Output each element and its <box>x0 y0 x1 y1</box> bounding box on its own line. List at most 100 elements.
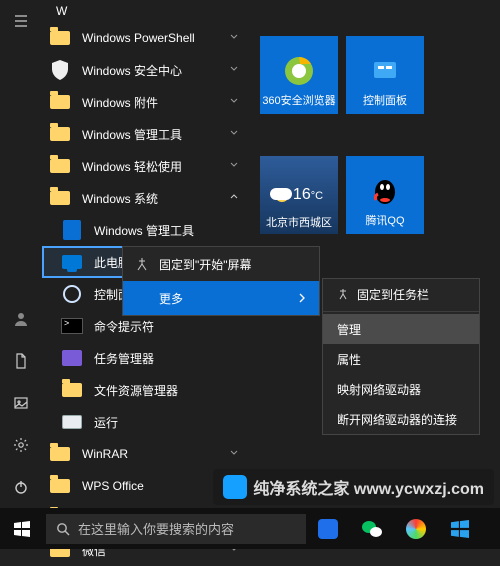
folder-powershell[interactable]: Windows PowerShell <box>42 22 247 54</box>
ctx2-manage[interactable]: 管理 <box>323 314 479 344</box>
chevron-right-icon <box>297 293 307 303</box>
ctx-label: 更多 <box>159 290 183 307</box>
tile-weather[interactable]: 16°C 北京市西城区 <box>260 156 338 234</box>
ctx2-map-drive[interactable]: 映射网络驱动器 <box>323 374 479 404</box>
taskbar-app-3[interactable] <box>394 508 438 549</box>
settings-icon[interactable] <box>0 424 42 466</box>
pin-icon <box>135 257 149 271</box>
admin-tools-icon <box>63 220 81 240</box>
qq-icon <box>368 174 402 208</box>
taskbar-app-4[interactable] <box>438 508 482 549</box>
cpanel-icon <box>368 54 402 88</box>
windows-logo-icon <box>451 520 469 538</box>
taskbar-search[interactable]: 在这里输入你要搜索的内容 <box>46 514 306 544</box>
folder-winrar[interactable]: WinRAR <box>42 438 247 470</box>
watermark-icon <box>223 475 247 499</box>
cmd-icon <box>61 318 83 334</box>
folder-icon <box>62 383 82 397</box>
gear-icon <box>63 285 81 303</box>
power-icon[interactable] <box>0 466 42 508</box>
taskbar-app-2[interactable] <box>350 508 394 549</box>
ctx-more[interactable]: 更多 <box>123 281 319 315</box>
folder-security[interactable]: Windows 安全中心 <box>42 54 247 86</box>
ctx2-label: 属性 <box>337 351 361 368</box>
tile-360-browser[interactable]: 360安全浏览器 <box>260 36 338 114</box>
watermark-text: 纯净系统之家 www.ycwxzj.com <box>253 475 484 499</box>
folder-admin-tools[interactable]: Windows 管理工具 <box>42 118 247 150</box>
browser-icon <box>406 519 426 539</box>
chevron-down-icon <box>229 160 239 170</box>
documents-icon[interactable] <box>0 340 42 382</box>
ctx2-pin-taskbar[interactable]: 固定到任务栏 <box>323 279 479 309</box>
ctx-label: 固定到"开始"屏幕 <box>159 256 252 273</box>
chevron-down-icon <box>229 96 239 106</box>
chevron-down-icon <box>229 32 239 42</box>
folder-icon <box>50 31 70 45</box>
folder-label: Windows 安全中心 <box>82 62 247 79</box>
separator <box>323 311 479 312</box>
browser-icon <box>282 54 316 88</box>
folder-icon <box>50 95 70 109</box>
taskbar-app-1[interactable] <box>306 508 350 549</box>
chevron-down-icon <box>229 64 239 74</box>
left-rail <box>0 0 42 508</box>
taskmgr-icon <box>62 350 82 366</box>
chevron-up-icon <box>229 192 239 202</box>
item-label: 命令提示符 <box>94 318 247 335</box>
temperature: 16°C <box>293 186 323 204</box>
folder-accessories[interactable]: Windows 附件 <box>42 86 247 118</box>
folder-icon <box>50 447 70 461</box>
start-button[interactable] <box>0 508 44 549</box>
folder-label: WinRAR <box>82 447 247 461</box>
folder-label: Windows 系统 <box>82 190 247 207</box>
watermark: 纯净系统之家 www.ycwxzj.com <box>213 469 494 505</box>
context-menu-primary: 固定到"开始"屏幕 更多 <box>122 246 320 316</box>
ctx2-label: 映射网络驱动器 <box>337 381 421 398</box>
search-icon <box>56 522 70 536</box>
pin-icon <box>337 288 349 300</box>
folder-icon <box>50 159 70 173</box>
shield-icon <box>51 60 69 80</box>
cloud-icon <box>270 188 292 200</box>
letter-header[interactable]: W <box>42 0 247 22</box>
tile-label: 控制面板 <box>363 92 407 108</box>
app-icon <box>318 519 338 539</box>
location-label: 北京市西城区 <box>266 214 332 230</box>
tile-control-panel[interactable]: 控制面板 <box>346 36 424 114</box>
ctx2-label: 管理 <box>337 321 361 338</box>
item-label: 运行 <box>94 414 247 431</box>
folder-label: Windows 管理工具 <box>82 126 247 143</box>
run-icon <box>62 415 82 429</box>
tile-qq[interactable]: 腾讯QQ <box>346 156 424 234</box>
item-task-manager[interactable]: 任务管理器 <box>42 342 247 374</box>
tile-label: 360安全浏览器 <box>262 92 335 108</box>
hamburger-button[interactable] <box>0 0 42 42</box>
item-label: 任务管理器 <box>94 350 247 367</box>
folder-label: Windows PowerShell <box>82 31 247 45</box>
folder-windows-system[interactable]: Windows 系统 <box>42 182 247 214</box>
item-file-explorer[interactable]: 文件资源管理器 <box>42 374 247 406</box>
start-menu: W Windows PowerShell Windows 安全中心 Window… <box>0 0 500 549</box>
ctx-pin-to-start[interactable]: 固定到"开始"屏幕 <box>123 247 319 281</box>
pictures-icon[interactable] <box>0 382 42 424</box>
folder-label: Windows 轻松使用 <box>82 158 247 175</box>
user-icon[interactable] <box>0 298 42 340</box>
folder-icon <box>50 127 70 141</box>
ctx2-disconnect-drive[interactable]: 断开网络驱动器的连接 <box>323 404 479 434</box>
context-menu-secondary: 固定到任务栏 管理 属性 映射网络驱动器 断开网络驱动器的连接 <box>322 278 480 435</box>
ctx2-label: 断开网络驱动器的连接 <box>337 411 457 428</box>
item-label: 文件资源管理器 <box>94 382 247 399</box>
folder-ease-of-access[interactable]: Windows 轻松使用 <box>42 150 247 182</box>
item-admin-tools[interactable]: Windows 管理工具 <box>42 214 247 246</box>
taskbar: 在这里输入你要搜索的内容 <box>0 508 500 549</box>
pc-icon <box>62 255 82 269</box>
item-label: Windows 管理工具 <box>94 222 247 239</box>
folder-icon <box>50 479 70 493</box>
ctx2-properties[interactable]: 属性 <box>323 344 479 374</box>
ctx2-label: 固定到任务栏 <box>357 286 429 303</box>
item-run[interactable]: 运行 <box>42 406 247 438</box>
chevron-down-icon <box>229 448 239 458</box>
windows-logo-icon <box>14 521 30 537</box>
wechat-icon <box>361 519 383 539</box>
chevron-down-icon <box>229 128 239 138</box>
